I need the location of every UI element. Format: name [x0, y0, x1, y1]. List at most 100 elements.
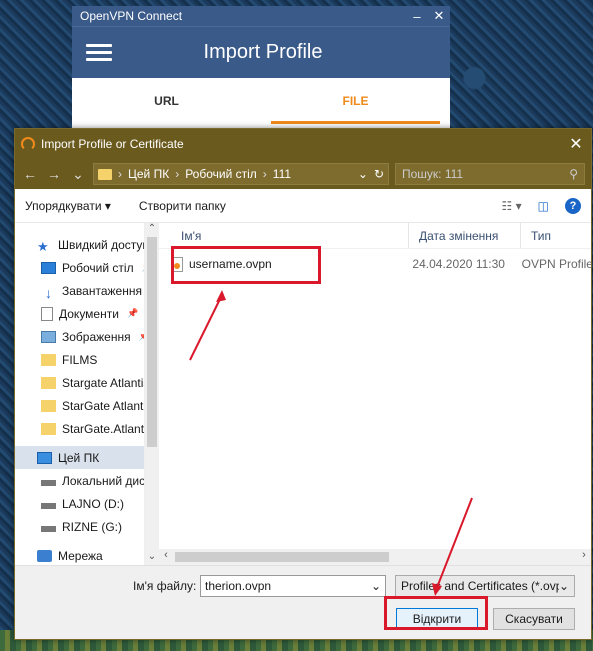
- folder-icon: [41, 376, 56, 389]
- document-icon: [41, 306, 53, 321]
- help-icon[interactable]: ?: [565, 197, 581, 214]
- sidebar-item-label: Мережа: [58, 548, 103, 563]
- view-options-icon[interactable]: ☷ ▾: [502, 199, 522, 213]
- refresh-icon[interactable]: ↻: [374, 167, 384, 181]
- network-icon: [37, 549, 52, 562]
- tab-file[interactable]: FILE: [261, 78, 450, 124]
- openvpn-titlebar: OpenVPN Connect – ✕: [72, 6, 450, 26]
- folder-icon: [41, 399, 56, 412]
- sidebar-item-label: LAJNO (D:): [62, 496, 125, 511]
- highlight-box-open-button: [384, 596, 488, 630]
- tab-url[interactable]: URL: [72, 78, 261, 124]
- computer-icon: [37, 451, 52, 464]
- import-file-dialog: Import Profile or Certificate ✕ ← → ⌄ › …: [14, 128, 592, 640]
- page-title: Import Profile: [203, 41, 323, 63]
- breadcrumb-111[interactable]: 111: [273, 167, 291, 181]
- sidebar-item-label: Робочий стіл: [62, 260, 134, 275]
- breadcrumb-separator: ›: [175, 167, 180, 181]
- hamburger-menu-icon[interactable]: [86, 40, 112, 65]
- picture-icon: [41, 330, 56, 343]
- sidebar-item-films[interactable]: FILMS: [15, 348, 144, 371]
- sidebar-item-label: Цей ПК: [58, 450, 100, 465]
- close-button[interactable]: ✕: [428, 8, 450, 24]
- sidebar-item-drive-g[interactable]: RIZNE (G:): [15, 515, 144, 538]
- breadcrumb-separator: ›: [118, 167, 122, 181]
- dialog-title: Import Profile or Certificate: [41, 137, 184, 151]
- path-dropdown-icon[interactable]: ⌄: [358, 167, 368, 181]
- address-bar-row: ← → ⌄ › Цей ПК › Робочий стіл › 111 ⌄ ↻ …: [15, 159, 591, 189]
- sidebar-item-folder[interactable]: Stargate Atlantis: [15, 371, 144, 394]
- scrollbar-thumb[interactable]: [175, 552, 389, 562]
- new-folder-button[interactable]: Створити папку: [139, 199, 226, 213]
- scroll-down-icon[interactable]: ⌄: [145, 551, 159, 565]
- sidebar-item-folder[interactable]: StarGate Atlantis: [15, 394, 144, 417]
- download-icon: ↓: [45, 284, 52, 301]
- desktop-icon: [41, 261, 56, 274]
- organize-button[interactable]: Упорядкувати ▾: [25, 199, 111, 213]
- scroll-up-icon[interactable]: ⌃: [145, 223, 159, 237]
- sidebar-item-desktop[interactable]: Робочий стіл📌: [15, 256, 144, 279]
- column-header-name[interactable]: Ім'я: [159, 223, 409, 248]
- filename-label: Ім'я файлу:: [133, 579, 197, 593]
- openvpn-window-title: OpenVPN Connect: [80, 9, 183, 23]
- sidebar-item-downloads[interactable]: ↓Завантаження📌: [15, 279, 144, 302]
- openvpn-logo-icon: [21, 137, 35, 151]
- sidebar-item-label: RIZNE (G:): [62, 519, 122, 534]
- sidebar-item-network[interactable]: Мережа: [15, 544, 144, 565]
- breadcrumb-separator: ›: [262, 167, 267, 181]
- sidebar-item-pictures[interactable]: Зображення📌: [15, 325, 144, 348]
- drive-icon: [41, 479, 56, 486]
- dialog-footer: Ім'я файлу: therion.ovpn ⌄ Profiles and …: [15, 565, 591, 639]
- scroll-left-icon[interactable]: ‹: [159, 549, 173, 561]
- sidebar-item-label: Швидкий доступ: [58, 237, 145, 252]
- recent-locations-chevron-icon[interactable]: ⌄: [69, 166, 87, 183]
- sidebar-item-drive-d[interactable]: LAJNO (D:): [15, 492, 144, 515]
- sidebar-item-this-pc[interactable]: Цей ПК: [15, 446, 144, 469]
- scrollbar-thumb[interactable]: [147, 237, 157, 447]
- filetype-value: Profiles and Certificates (*.ovpn: [401, 579, 559, 593]
- filetype-select[interactable]: Profiles and Certificates (*.ovpn ⌄: [395, 575, 575, 597]
- dialog-titlebar: Import Profile or Certificate ✕: [15, 129, 591, 159]
- back-arrow-icon[interactable]: ←: [21, 166, 39, 182]
- folder-icon: [98, 168, 112, 180]
- drive-icon: [41, 525, 56, 532]
- drive-icon: [41, 502, 56, 509]
- star-icon: ★: [37, 238, 49, 254]
- horizontal-scrollbar[interactable]: ‹ ›: [159, 549, 591, 565]
- sidebar-item-quick-access[interactable]: ★ Швидкий доступ: [15, 233, 144, 256]
- filename-input[interactable]: therion.ovpn ⌄: [200, 575, 386, 597]
- filename-value: therion.ovpn: [205, 579, 272, 593]
- preview-pane-icon[interactable]: ◫: [538, 199, 549, 213]
- folder-icon: [41, 422, 56, 435]
- navigation-scrollbar[interactable]: ⌃ ⌄: [145, 223, 159, 565]
- column-header-type[interactable]: Тип: [521, 223, 591, 248]
- minimize-button[interactable]: –: [406, 9, 428, 24]
- address-bar[interactable]: › Цей ПК › Робочий стіл › 111 ⌄ ↻: [93, 163, 389, 185]
- forward-arrow-icon[interactable]: →: [45, 166, 63, 182]
- file-type: OVPN Profile: [521, 257, 591, 271]
- dialog-close-button[interactable]: ✕: [561, 134, 591, 154]
- sidebar-item-label: Stargate Atlantis: [62, 375, 145, 390]
- breadcrumb-this-pc[interactable]: Цей ПК: [128, 167, 169, 181]
- chevron-down-icon[interactable]: ⌄: [371, 579, 381, 593]
- sidebar-item-label: StarGate Atlantis: [62, 398, 145, 413]
- pin-icon: 📌: [126, 308, 139, 318]
- cancel-button[interactable]: Скасувати: [493, 608, 575, 630]
- import-tabs: URL FILE: [72, 78, 450, 124]
- breadcrumb-desktop[interactable]: Робочий стіл: [185, 167, 257, 181]
- column-header-date[interactable]: Дата змінення: [409, 223, 521, 248]
- sidebar-item-documents[interactable]: Документи 📌: [15, 302, 144, 325]
- sidebar-item-label: FILMS: [62, 352, 98, 367]
- search-icon: ⚲: [569, 167, 578, 181]
- sidebar-item-label: StarGate.Atlantis: [62, 421, 145, 436]
- sidebar-item-folder[interactable]: StarGate.Atlantis: [15, 417, 144, 440]
- openvpn-window: OpenVPN Connect – ✕ Import Profile URL F…: [72, 6, 450, 130]
- sidebar-item-label: Зображення: [62, 329, 131, 344]
- openvpn-header: Import Profile: [72, 26, 450, 78]
- search-input[interactable]: Пошук: 111 ⚲: [395, 163, 585, 185]
- chevron-down-icon[interactable]: ⌄: [559, 579, 569, 593]
- sidebar-item-local-disk[interactable]: Локальний диск: [15, 469, 144, 492]
- file-date: 24.04.2020 11:30: [412, 257, 505, 271]
- scroll-right-icon[interactable]: ›: [577, 549, 591, 561]
- sidebar-item-label: Завантаження: [62, 283, 142, 298]
